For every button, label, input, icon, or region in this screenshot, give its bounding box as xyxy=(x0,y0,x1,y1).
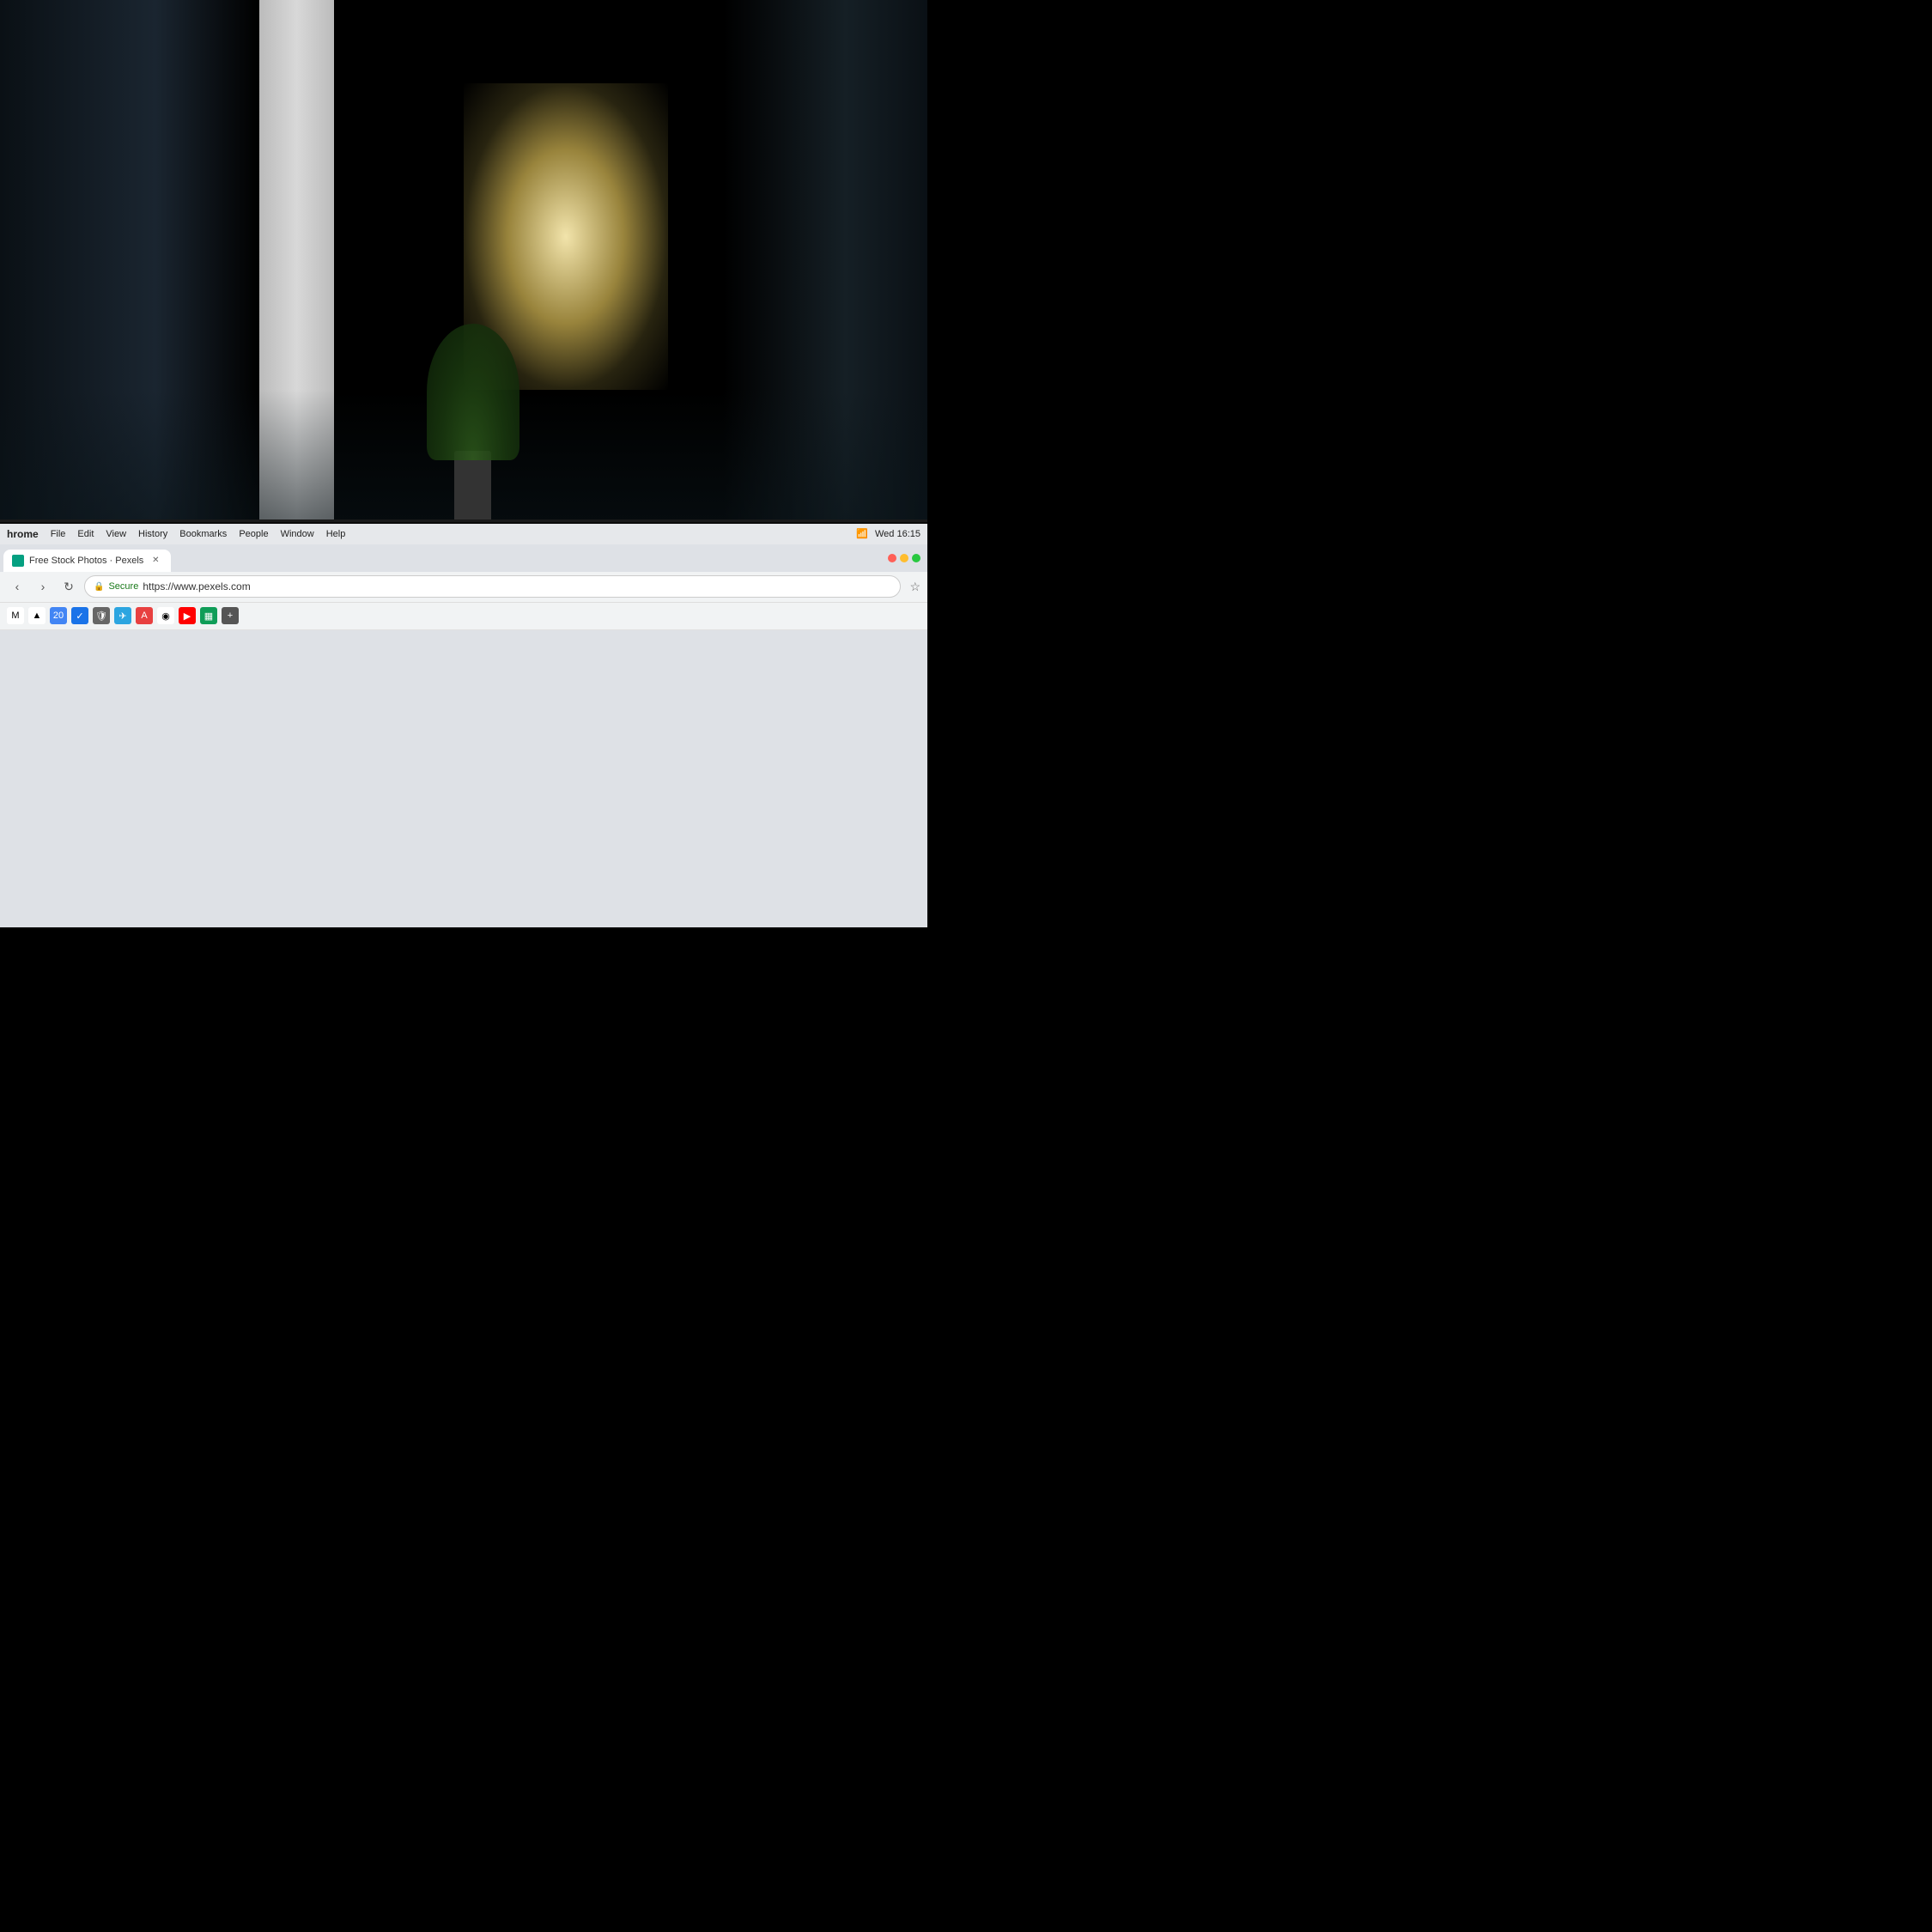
url-display[interactable]: https://www.pexels.com xyxy=(143,580,250,592)
ext-shield[interactable]: 🛡 xyxy=(93,607,110,624)
menu-bookmarks[interactable]: Bookmarks xyxy=(179,529,227,539)
ext-gmail[interactable]: M xyxy=(7,607,24,624)
ext-sheets[interactable]: ▦ xyxy=(200,607,217,624)
security-lock-icon: 🔒 xyxy=(94,582,104,592)
secure-label: Secure xyxy=(108,581,138,592)
ext-youtube[interactable]: ▶ xyxy=(179,607,196,624)
reload-button[interactable]: ↻ xyxy=(58,576,79,597)
macos-menubar: hrome File Edit View History Bookmarks P… xyxy=(0,524,927,544)
laptop-screen: hrome File Edit View History Bookmarks P… xyxy=(0,519,927,927)
menu-help[interactable]: Help xyxy=(326,529,346,539)
ext-chrome[interactable]: ◉ xyxy=(157,607,174,624)
menubar-right-items: 📶 Wed 16:15 xyxy=(856,528,920,539)
ext-pdf[interactable]: A xyxy=(136,607,153,624)
ext-calendar[interactable]: 20 xyxy=(50,607,67,624)
clock-display: Wed 16:15 xyxy=(875,529,920,539)
wifi-icon: 📶 xyxy=(856,528,868,539)
active-tab[interactable]: Free Stock Photos · Pexels ✕ xyxy=(3,550,171,572)
maximize-window-button[interactable] xyxy=(912,554,920,562)
close-window-button[interactable] xyxy=(888,554,896,562)
extensions-bar: M ▲ 20 ✓ 🛡 ✈ A ◉ ▶ ▦ + xyxy=(0,603,927,630)
ext-extra[interactable]: + xyxy=(222,607,239,624)
menu-edit[interactable]: Edit xyxy=(77,529,94,539)
tab-favicon xyxy=(12,555,24,567)
traffic-lights xyxy=(888,554,920,562)
screen-inner: hrome File Edit View History Bookmarks P… xyxy=(0,524,927,927)
tab-bar: Free Stock Photos · Pexels ✕ xyxy=(0,544,927,572)
browser-chrome: hrome File Edit View History Bookmarks P… xyxy=(0,524,927,927)
address-bar[interactable]: 🔒 Secure https://www.pexels.com xyxy=(84,575,901,598)
background-photo xyxy=(0,0,927,556)
minimize-window-button[interactable] xyxy=(900,554,908,562)
app-name: hrome xyxy=(7,528,39,540)
ext-telegram[interactable]: ✈ xyxy=(114,607,131,624)
menu-view[interactable]: View xyxy=(106,529,126,539)
menu-people[interactable]: People xyxy=(239,529,268,539)
menu-file[interactable]: File xyxy=(51,529,66,539)
back-button[interactable]: ‹ xyxy=(7,576,27,597)
menu-history[interactable]: History xyxy=(138,529,167,539)
office-plant xyxy=(427,334,519,529)
address-bar-actions: ☆ xyxy=(909,580,920,594)
menu-window[interactable]: Window xyxy=(281,529,314,539)
ext-todo[interactable]: ✓ xyxy=(71,607,88,624)
ext-drive[interactable]: ▲ xyxy=(28,607,46,624)
bookmark-icon[interactable]: ☆ xyxy=(909,580,920,594)
address-bar-row: ‹ › ↻ 🔒 Secure https://www.pexels.com ☆ xyxy=(0,572,927,603)
tab-close-button[interactable]: ✕ xyxy=(149,554,162,568)
forward-button[interactable]: › xyxy=(33,576,53,597)
tab-title: Free Stock Photos · Pexels xyxy=(29,556,143,566)
plant-leaves xyxy=(427,324,519,460)
